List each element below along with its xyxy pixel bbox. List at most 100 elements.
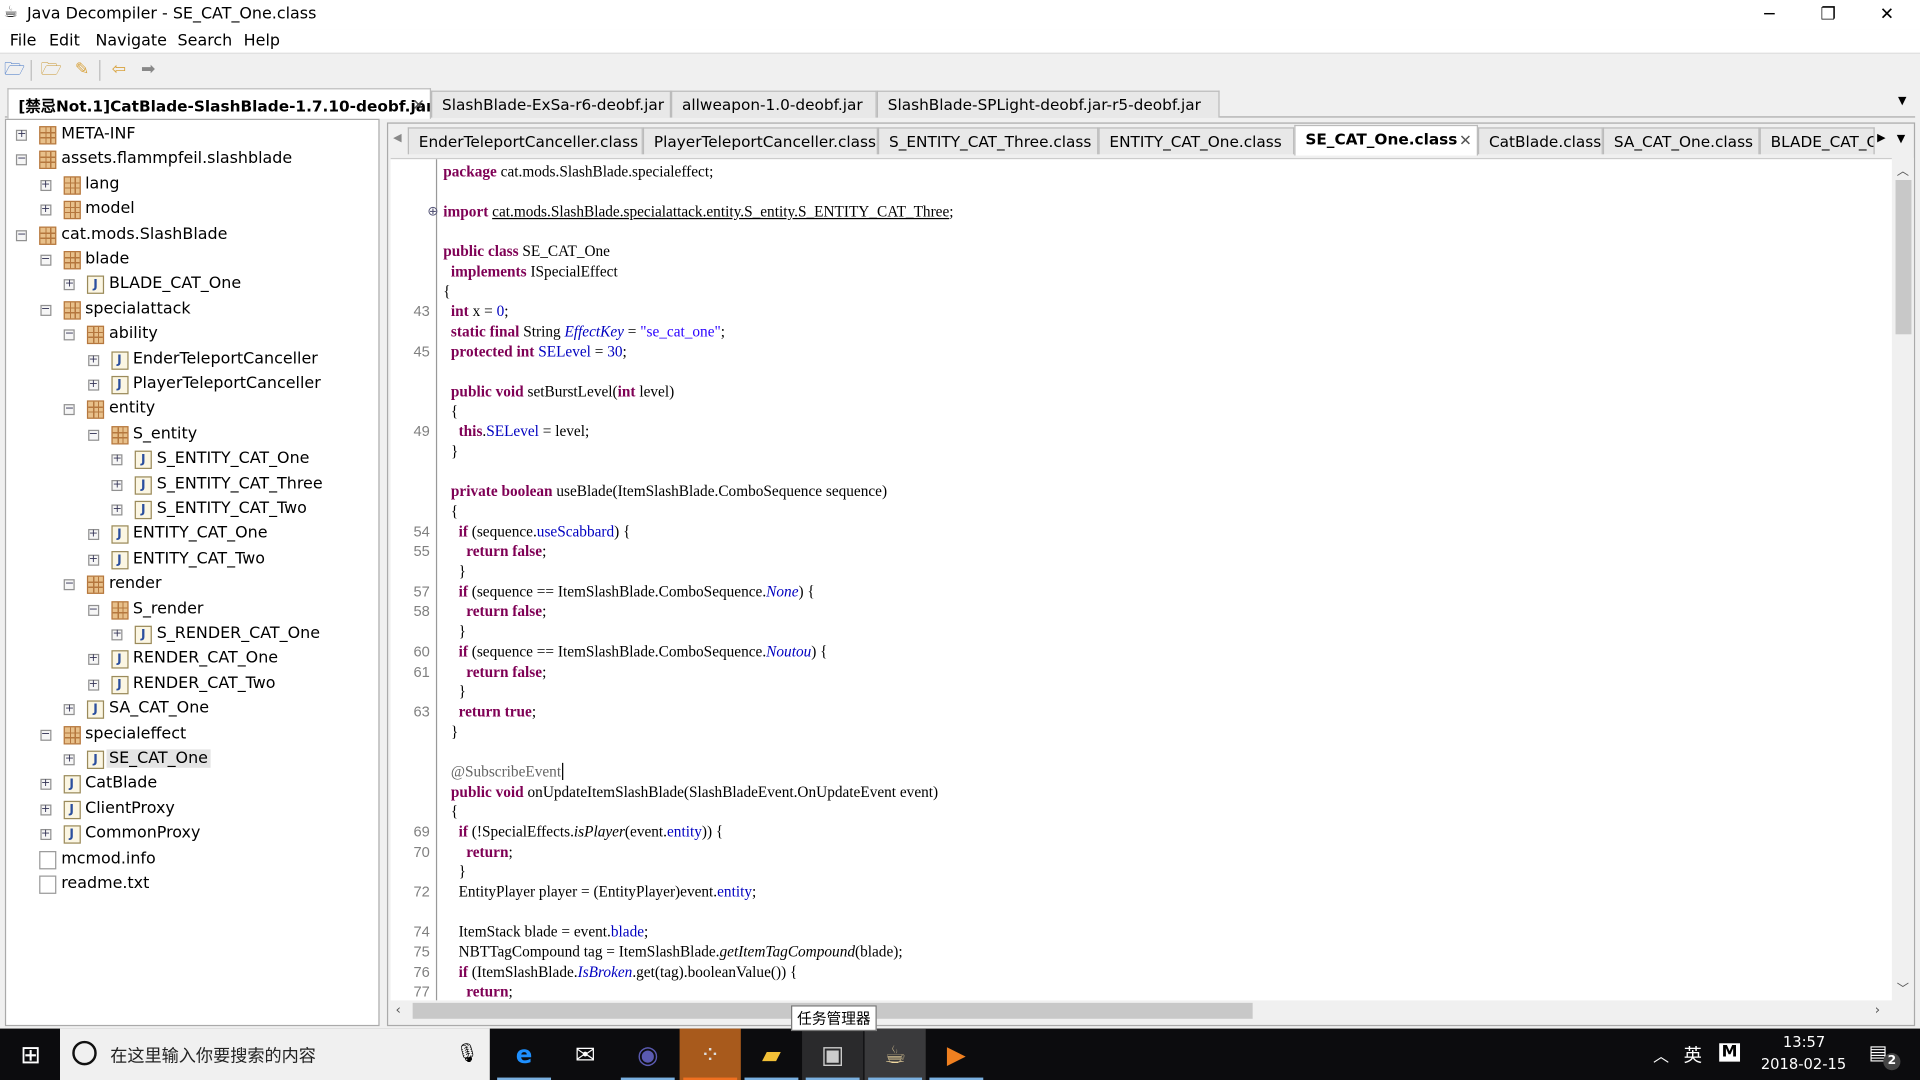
fold-expand-icon[interactable]: ⊕ [427,203,438,219]
line-number: 55 [413,543,430,561]
editor-tab[interactable]: EnderTeleportCanceller.class [407,127,643,155]
expand-toggle-icon[interactable]: − [63,404,75,416]
open-type-icon[interactable]: 🗁 [40,60,62,81]
eclipse-icon[interactable]: ◉ [617,1029,678,1080]
code-line: { [443,283,450,301]
menu-help[interactable]: Help [244,32,280,50]
expand-toggle-icon[interactable]: + [39,179,51,191]
vertical-scrollbar[interactable]: ︿ ﹀ [1893,157,1914,1001]
expand-toggle-icon[interactable]: + [111,629,123,641]
class-file-icon: J [110,350,128,370]
expand-toggle-icon[interactable]: + [39,804,51,816]
microphone-icon[interactable]: 🎙 [456,1042,479,1064]
editor-tab[interactable]: PlayerTeleportCanceller.class [642,127,878,155]
expand-toggle-icon[interactable]: + [63,279,75,291]
editor-tab[interactable]: CatBlade.class [1477,127,1603,155]
photos-icon[interactable]: ⁘ [679,1028,741,1080]
scroll-tabs-right-icon[interactable]: ▶ [1877,132,1885,144]
code-token: return [466,843,509,861]
scroll-down-icon[interactable]: ﹀ [1897,978,1909,996]
code-line: import cat.mods.SlashBlade.specialattack… [443,203,953,221]
expand-toggle-icon[interactable]: − [87,604,99,616]
code-token: IsBroken [577,963,633,981]
close-tab-icon[interactable]: ✕ [412,96,425,114]
vertical-scroll-thumb[interactable] [1895,180,1912,335]
expand-toggle-icon[interactable]: + [87,354,99,366]
expand-toggle-icon[interactable]: + [63,754,75,766]
expand-toggle-icon[interactable]: − [39,729,51,741]
editor-tab[interactable]: S_ENTITY_CAT_Three.class [877,127,1099,155]
scroll-tabs-left-icon[interactable]: ◀ [393,132,401,144]
tray-overflow-icon[interactable]: ︿ [1653,1043,1669,1066]
expand-toggle-icon[interactable]: + [15,129,27,141]
media-player-icon[interactable]: ▶ [926,1029,987,1080]
menu-edit[interactable]: Edit [49,32,80,50]
scroll-right-icon[interactable]: › [1875,1002,1880,1018]
file-explorer-icon[interactable]: ▰ [741,1029,802,1080]
tab-exsa-jar[interactable]: SlashBlade-ExSa-r6-deobf.jar [431,90,672,118]
expand-toggle-icon[interactable]: + [39,779,51,791]
expand-toggle-icon[interactable]: + [111,479,123,491]
tab-allweapon-jar[interactable]: allweapon-1.0-deobf.jar [671,90,877,118]
expand-toggle-icon[interactable]: + [39,204,51,216]
task-manager-icon[interactable]: ▣ [802,1028,864,1080]
expand-toggle-icon[interactable]: + [39,829,51,841]
expand-toggle-icon[interactable]: + [87,529,99,541]
tree-item-label: entity [108,399,156,419]
expand-toggle-icon[interactable]: + [87,654,99,666]
close-button[interactable]: ✕ [1859,0,1915,29]
menu-search[interactable]: Search [178,32,233,50]
expand-toggle-icon[interactable]: − [15,154,27,166]
editor-tab[interactable]: ENTITY_CAT_One.class [1098,127,1295,155]
tab-splight-jar[interactable]: SlashBlade-SPLight-deobf.jar-r5-deobf.ja… [876,90,1220,118]
edge-icon[interactable]: e [493,1029,554,1080]
start-button[interactable]: ⊞ [0,1029,61,1080]
clock-time[interactable]: 13:57 [1783,1033,1825,1050]
mail-icon[interactable]: ✉ [555,1029,616,1080]
tab-list-menu-icon[interactable]: ▼ [1897,133,1905,145]
expand-toggle-icon[interactable]: + [63,704,75,716]
clock-date[interactable]: 2018-02-15 [1761,1056,1846,1073]
ime-language-indicator[interactable]: 英 [1684,1042,1702,1068]
back-arrow-icon[interactable]: ⇦ [108,60,130,81]
code-token: import [443,202,489,221]
menu-file[interactable]: File [10,32,37,50]
scroll-left-icon[interactable]: ‹ [396,1002,401,1018]
tree-item-label: S_ENTITY_CAT_One [156,449,310,468]
ime-mode-icon[interactable]: M [1719,1043,1740,1062]
editor-tab[interactable]: SA_CAT_One.class [1602,127,1760,155]
forward-arrow-icon[interactable]: ➡ [137,60,159,81]
open-file-icon[interactable]: 🗁 [4,60,26,81]
expand-toggle-icon[interactable]: − [39,254,51,266]
package-icon [86,325,105,345]
editor-tab[interactable]: SE_CAT_One.class ✕ [1294,124,1478,156]
editor-tab[interactable]: BLADE_CAT_One.class [1759,127,1875,155]
expand-toggle-icon[interactable]: − [39,304,51,316]
tab-list-menu-icon[interactable]: ▼ [1898,96,1906,108]
expand-toggle-icon[interactable]: + [87,679,99,691]
expand-toggle-icon[interactable]: + [111,454,123,466]
horizontal-scrollbar[interactable]: ‹ › [390,1000,1892,1022]
expand-toggle-icon[interactable]: − [63,329,75,341]
expand-toggle-icon[interactable]: − [15,229,27,241]
minimize-button[interactable]: ─ [1741,0,1797,29]
java-decompiler-icon[interactable]: ☕ [864,1028,926,1080]
expand-toggle-icon[interactable]: + [87,554,99,566]
search-icon[interactable]: ✎ [71,60,93,81]
tree-item-label: ClientProxy [85,799,175,818]
code-view[interactable]: 43 45 49 54 55 57 58 60 61 63 69 70 72 74 75 76 77 packa… [390,157,1892,1001]
expand-toggle-icon[interactable]: − [87,429,99,441]
tab-catblade-jar[interactable]: [禁忌Not.1]CatBlade-SlashBlade-1.7.10-deob… [7,88,432,119]
expand-toggle-icon[interactable]: − [63,579,75,591]
expand-toggle-icon[interactable]: + [111,504,123,516]
taskbar-search-box[interactable]: 在这里输入你要搜索的内容 🎙 [60,1028,490,1080]
maximize-button[interactable]: ❐ [1800,0,1856,29]
menu-navigate[interactable]: Navigate [96,32,167,50]
code-token: ) { [614,522,631,541]
scroll-up-icon[interactable]: ︿ [1897,160,1909,178]
expand-toggle-icon[interactable]: + [87,379,99,391]
close-tab-icon[interactable]: ✕ [1459,131,1472,149]
line-number: 69 [413,823,430,841]
tab-label: CatBlade.class [1488,132,1602,151]
